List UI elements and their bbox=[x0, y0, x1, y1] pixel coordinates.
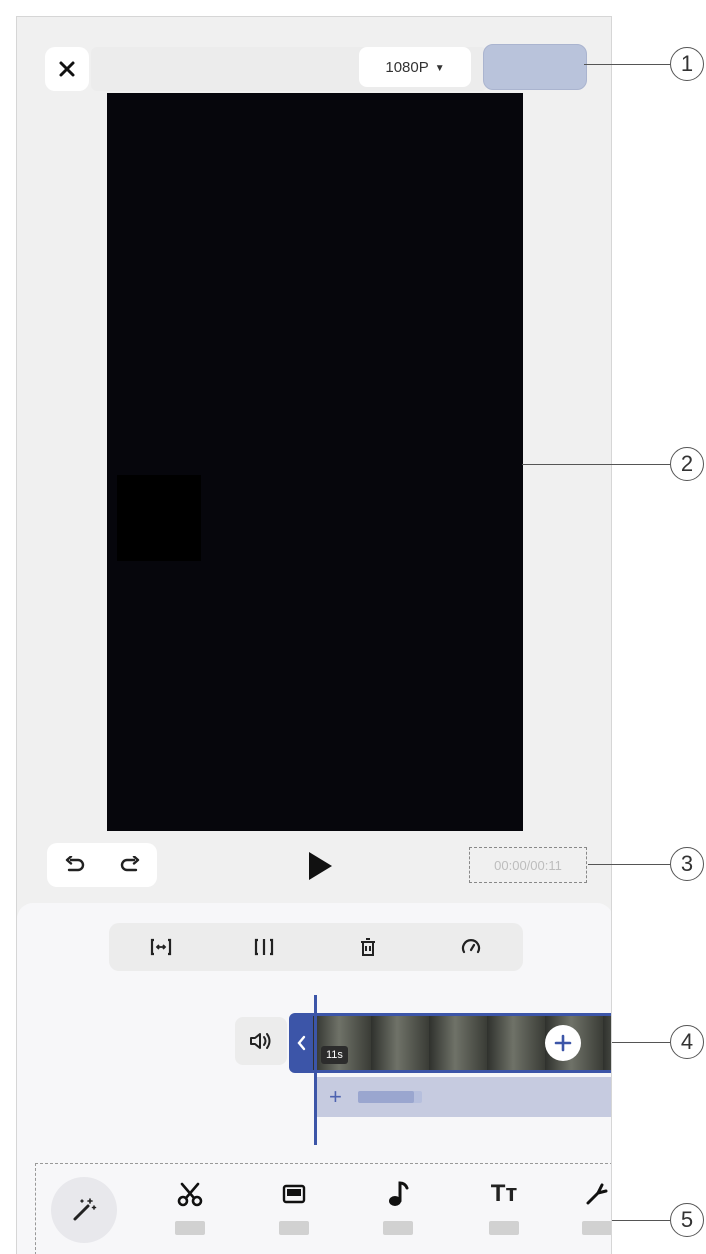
delete-button[interactable] bbox=[348, 927, 388, 967]
cut-tool-label bbox=[175, 1221, 205, 1235]
cut-icon bbox=[177, 1182, 203, 1207]
clip-duration-badge: 11s bbox=[321, 1046, 348, 1064]
speed-icon bbox=[462, 939, 481, 954]
sticker-tool-label bbox=[582, 1221, 611, 1235]
music-icon bbox=[389, 1181, 409, 1206]
split-icon bbox=[255, 938, 274, 956]
export-button[interactable] bbox=[483, 44, 587, 90]
close-button[interactable] bbox=[45, 47, 89, 91]
add-clip-button[interactable] bbox=[545, 1025, 581, 1061]
magic-wand-button[interactable] bbox=[51, 1177, 117, 1243]
callout-line bbox=[612, 1220, 670, 1221]
undo-icon[interactable] bbox=[64, 856, 86, 874]
delete-icon bbox=[360, 938, 375, 956]
close-icon bbox=[59, 61, 75, 77]
timecode-display: 00:00/00:11 bbox=[469, 847, 587, 883]
clip-frame bbox=[371, 1016, 429, 1070]
volume-button[interactable] bbox=[235, 1017, 287, 1065]
callout-3: 3 bbox=[670, 847, 704, 881]
undo-redo-group bbox=[47, 843, 157, 887]
template-tool[interactable] bbox=[269, 1177, 319, 1247]
callout-line bbox=[584, 64, 670, 65]
clip-frame bbox=[429, 1016, 487, 1070]
template-icon bbox=[282, 1184, 306, 1204]
callout-line bbox=[612, 1042, 670, 1043]
callout-5: 5 bbox=[670, 1203, 704, 1237]
callout-line bbox=[522, 464, 670, 465]
text-icon: Tт bbox=[490, 1180, 518, 1207]
redo-icon[interactable] bbox=[119, 856, 141, 874]
audio-track-label bbox=[357, 1091, 414, 1103]
magic-wand-icon bbox=[73, 1198, 97, 1221]
video-preview[interactable] bbox=[107, 93, 523, 831]
callout-2: 2 bbox=[670, 447, 704, 481]
clip-left-handle[interactable] bbox=[289, 1013, 313, 1073]
callout-line bbox=[588, 864, 670, 865]
resolution-dropdown[interactable]: 1080P ▼ bbox=[359, 47, 471, 87]
callout-1: 1 bbox=[670, 47, 704, 81]
clip-edit-toolbar bbox=[109, 923, 523, 971]
speaker-icon bbox=[250, 1033, 271, 1049]
add-audio-track[interactable]: + bbox=[317, 1077, 611, 1117]
play-button[interactable] bbox=[305, 850, 335, 882]
playhead[interactable] bbox=[314, 995, 317, 1145]
preview-overlay bbox=[117, 475, 201, 561]
callout-4: 4 bbox=[670, 1025, 704, 1059]
template-tool-label bbox=[279, 1221, 309, 1235]
music-tool-label bbox=[383, 1221, 413, 1235]
split-button[interactable] bbox=[244, 927, 284, 967]
chevron-down-icon: ▼ bbox=[434, 62, 445, 74]
text-tool-label bbox=[489, 1221, 519, 1235]
audio-add-icon: + bbox=[329, 1084, 342, 1109]
sticker-tool[interactable] bbox=[581, 1177, 611, 1247]
trim-icon bbox=[150, 938, 171, 956]
cut-tool[interactable] bbox=[165, 1177, 215, 1247]
resolution-label: 1080P bbox=[385, 58, 429, 76]
text-tool[interactable]: Tт bbox=[479, 1177, 529, 1247]
clip-frame bbox=[603, 1016, 611, 1070]
editor-screen: 1080P ▼ 00:00/00:11 11s + Tт bbox=[16, 16, 612, 1254]
chevron-left-icon bbox=[297, 1035, 306, 1051]
plus-icon bbox=[554, 1034, 572, 1052]
sticker-icon bbox=[586, 1183, 608, 1205]
play-icon bbox=[309, 852, 332, 880]
music-tool[interactable] bbox=[373, 1177, 423, 1247]
speed-button[interactable] bbox=[451, 927, 491, 967]
clip-frame bbox=[487, 1016, 545, 1070]
trim-button[interactable] bbox=[141, 927, 181, 967]
